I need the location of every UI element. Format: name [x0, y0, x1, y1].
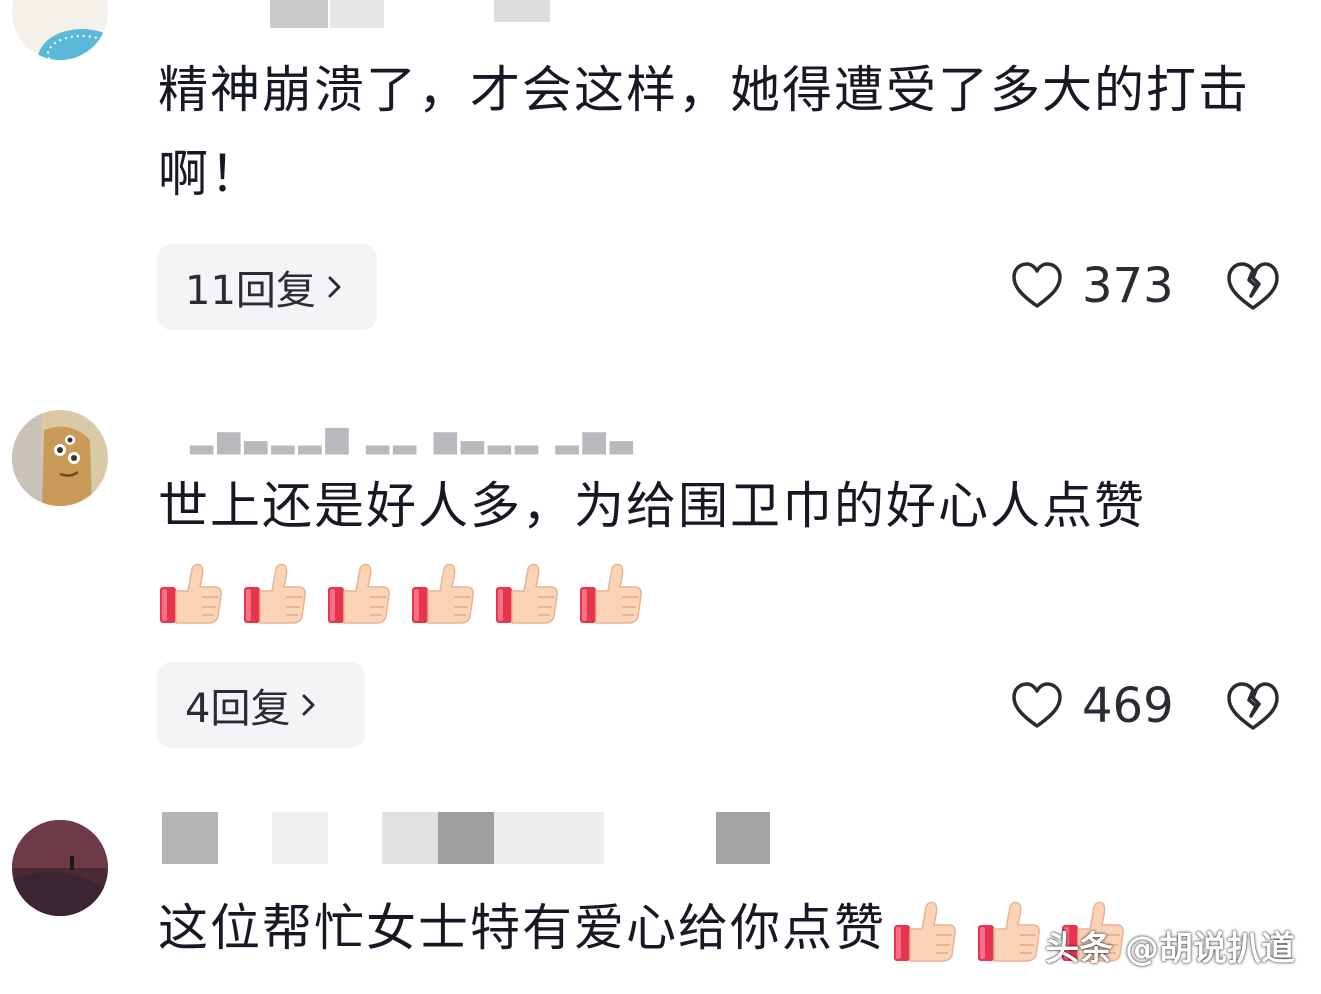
like-button[interactable]: 373 [1010, 258, 1174, 314]
avatar[interactable] [12, 0, 108, 60]
like-button[interactable]: 469 [1010, 678, 1174, 734]
avatar-image [12, 820, 108, 916]
emoji-row [158, 561, 644, 627]
username-redacted [438, 812, 494, 864]
thumbs-up-icon [494, 561, 560, 627]
username-redacted [162, 812, 218, 864]
username-redacted [272, 812, 328, 864]
like-count: 469 [1082, 678, 1174, 734]
thumbs-up-icon [326, 561, 392, 627]
username-redacted [716, 812, 770, 864]
username-redacted [330, 0, 384, 28]
reply-label: 4回复 [185, 686, 291, 732]
reply-button[interactable]: 11回复 [157, 244, 377, 330]
avatar[interactable] [12, 410, 108, 506]
username-redacted [494, 0, 550, 22]
reply-label: 11回复 [185, 268, 316, 314]
thumbs-up-icon [892, 899, 958, 965]
broken-heart-icon[interactable] [1224, 258, 1282, 316]
username-redacted [382, 812, 438, 864]
reply-button[interactable]: 4回复 [157, 662, 365, 748]
chevron-right-icon [322, 275, 346, 299]
avatar[interactable] [12, 820, 108, 916]
thumbs-up-icon [410, 561, 476, 627]
comment-2: ▂▅▃▂▂▆ ▂▂ ▅▃▂▂ ▂▅▃ 世上还是好人多，为给围卫巾的好心人点赞 4… [0, 380, 1321, 800]
avatar-image [12, 0, 108, 60]
watermark: 头条 @胡说扒道 [1045, 929, 1295, 969]
username-blurred: ▂▅▃▂▂▆ ▂▂ ▅▃▂▂ ▂▅▃ [190, 420, 637, 455]
comment-1: 精神崩溃了，才会这样，她得遭受了多大的打击啊！ 11回复 373 [0, 0, 1321, 380]
comment-text-content: 世上还是好人多，为给围卫巾的好心人点赞 [158, 477, 1146, 535]
chevron-right-icon [296, 693, 320, 717]
like-count: 373 [1082, 258, 1174, 314]
thumbs-up-icon [578, 561, 644, 627]
comment-text: 世上还是好人多，为给围卫巾的好心人点赞 [158, 464, 1288, 632]
heart-outline-icon [1010, 259, 1064, 313]
thumbs-up-icon [158, 561, 224, 627]
comment-text-content: 这位帮忙女士特有爱心给你点赞 [158, 899, 886, 957]
thumbs-up-icon [976, 899, 1042, 965]
username-redacted [494, 812, 604, 864]
thumbs-up-icon [242, 561, 308, 627]
avatar-image [12, 410, 108, 506]
username-redacted [270, 0, 328, 28]
broken-heart-icon[interactable] [1224, 678, 1282, 736]
comment-text: 精神崩溃了，才会这样，她得遭受了多大的打击啊！ [158, 61, 1250, 203]
heart-outline-icon [1010, 679, 1064, 733]
